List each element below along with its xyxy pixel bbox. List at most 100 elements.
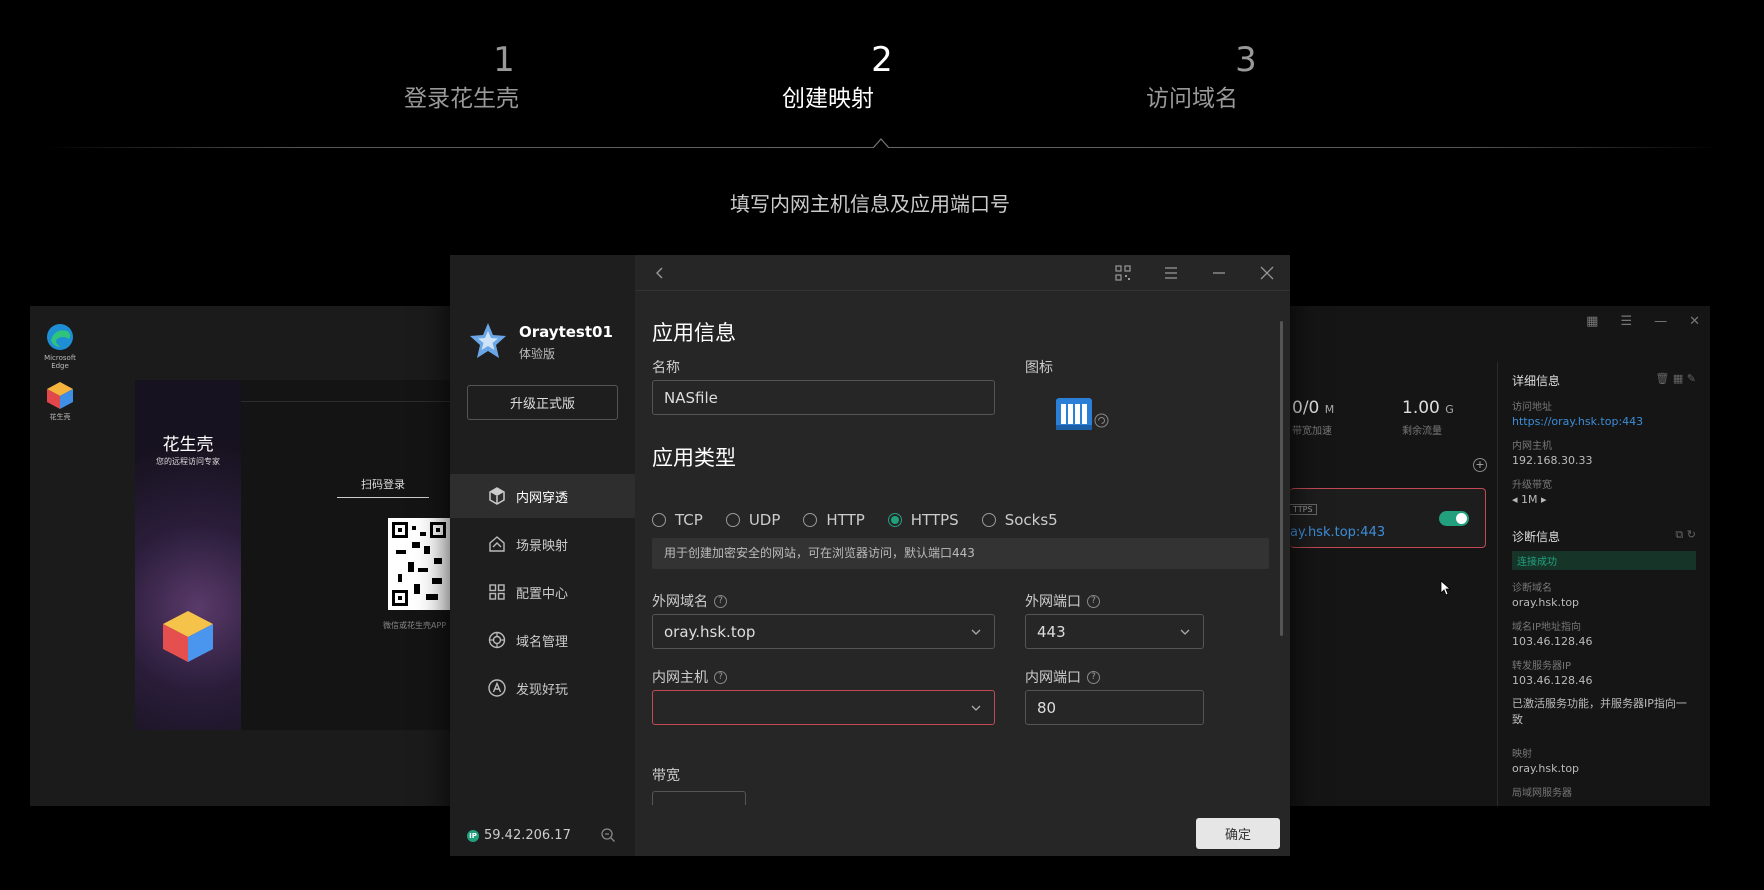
- step-subtitle: 填写内网主机信息及应用端口号: [730, 192, 1010, 216]
- diagnosis-title: 诊断信息: [1512, 530, 1561, 544]
- radio-dot: [652, 513, 666, 527]
- mouse-cursor-icon: [1440, 580, 1452, 596]
- public-ip: IP 59.42.206.17: [467, 828, 571, 843]
- confirm-button[interactable]: 确定: [1196, 818, 1280, 849]
- oray-cube-icon: [163, 611, 213, 662]
- stat-value: 1.00: [1402, 398, 1440, 418]
- diag-note: 已激活服务功能，并服务器IP指向一致: [1512, 697, 1687, 726]
- help-icon[interactable]: ?: [1087, 670, 1100, 684]
- step-3: 3 访问域名: [1146, 36, 1346, 112]
- help-icon[interactable]: ?: [714, 670, 727, 684]
- qr-hint: 微信或花生壳APP: [383, 621, 447, 630]
- sidebar-item-config[interactable]: 配置中心: [450, 570, 635, 614]
- detail-access-link[interactable]: https://oray.hsk.top:443: [1512, 415, 1696, 428]
- ext-domain-label: 外网域名?: [652, 591, 727, 611]
- ext-domain-select[interactable]: oray.hsk.top: [652, 614, 995, 649]
- lan-port-label-text: 内网端口: [1025, 670, 1081, 686]
- minimize-icon[interactable]: —: [1654, 314, 1667, 329]
- stat-label: 带宽加速: [1292, 426, 1332, 437]
- discover-icon: [488, 679, 506, 697]
- oray-cube-icon: [47, 382, 73, 409]
- nas-app-icon[interactable]: [1056, 398, 1092, 430]
- close-icon[interactable]: [1258, 264, 1276, 282]
- step-number: 2: [871, 40, 893, 80]
- stat-value: 0/0: [1292, 398, 1320, 418]
- mapping-card[interactable]: TTPS ay.hsk.top:443: [1290, 488, 1486, 548]
- upgrade-button[interactable]: 升级正式版: [467, 385, 618, 420]
- diag-domain-value: oray.hsk.top: [1512, 596, 1580, 609]
- qr-grid-icon[interactable]: ▦: [1586, 314, 1598, 329]
- login-titlebar: [241, 380, 450, 402]
- close-icon[interactable]: ✕: [1689, 314, 1700, 329]
- mapping-domain[interactable]: ay.hsk.top:443: [1290, 525, 1385, 540]
- ext-port-value: 443: [1037, 622, 1066, 641]
- edge-icon: [47, 324, 73, 350]
- sidebar-item-discover[interactable]: 发现好玩: [450, 666, 635, 710]
- mapping-toggle[interactable]: [1439, 511, 1469, 526]
- diagnosis-actions-icon[interactable]: ⧉ ↻: [1675, 528, 1696, 545]
- desktop-icon-oray[interactable]: 花生壳: [42, 380, 78, 422]
- ext-port-label-text: 外网端口: [1025, 594, 1081, 610]
- radio-dot: [803, 513, 818, 527]
- name-label: 名称: [652, 360, 680, 376]
- stat-bandwidth: 0/0 M 带宽加速: [1292, 398, 1334, 437]
- scene-icon: [489, 536, 505, 552]
- chevron-down-icon: [971, 629, 981, 635]
- radio-http[interactable]: HTTP: [803, 511, 865, 529]
- detail-panel: 详细信息 🗑 ▦ ✎ 访问地址 https://oray.hsk.top:443 …: [1497, 362, 1710, 806]
- name-field[interactable]: [652, 380, 995, 415]
- help-icon[interactable]: ?: [714, 594, 727, 608]
- ip-address: 59.42.206.17: [484, 828, 571, 843]
- radio-label: TCP: [675, 511, 703, 529]
- radio-label: HTTP: [826, 511, 865, 529]
- lan-port-field[interactable]: [1025, 690, 1204, 725]
- radio-udp[interactable]: UDP: [725, 511, 781, 529]
- radio-dot: [725, 513, 740, 527]
- stat-unit: G: [1445, 403, 1454, 416]
- sidebar-item-scene[interactable]: 场景映射: [450, 522, 635, 566]
- radio-socks5[interactable]: Socks5: [981, 511, 1058, 529]
- ext-domain-value: oray.hsk.top: [664, 622, 756, 641]
- menu-icon[interactable]: [1162, 264, 1180, 282]
- step-number: 3: [1235, 40, 1257, 80]
- bandwidth-field[interactable]: [652, 791, 746, 805]
- step-label: 访问域名: [1146, 86, 1238, 112]
- sidebar-item-domain[interactable]: 域名管理: [450, 618, 635, 662]
- step-label: 登录花生壳: [404, 86, 519, 112]
- tab-scan-login[interactable]: 扫码登录: [337, 476, 429, 498]
- step-number: 1: [493, 40, 515, 80]
- radio-https[interactable]: HTTPS: [887, 511, 959, 529]
- lan-host-select[interactable]: [652, 690, 995, 725]
- diag-map-value: oray.hsk.top: [1512, 762, 1580, 775]
- diag-map-label: 映射: [1512, 749, 1532, 760]
- radio-tcp[interactable]: TCP: [652, 511, 703, 529]
- ext-port-select[interactable]: 443: [1025, 614, 1204, 649]
- desktop-icon-label: Microsoft Edge: [44, 354, 76, 370]
- chevron-down-icon: [1180, 629, 1190, 635]
- step-label: 创建映射: [782, 86, 874, 112]
- qr-grid-icon[interactable]: [1114, 264, 1132, 282]
- sidebar-item-intranet[interactable]: 内网穿透: [450, 474, 635, 518]
- scrollbar[interactable]: [1280, 321, 1283, 636]
- detail-actions-icon[interactable]: 🗑 ▦ ✎: [1655, 372, 1696, 389]
- radio-label: UDP: [748, 511, 781, 529]
- login-tagline: 您的远程访问专家: [156, 457, 220, 466]
- login-panel: 扫码登录 微信或花生壳APP: [241, 380, 450, 730]
- refresh-icon[interactable]: [1094, 413, 1109, 428]
- sidebar-item-label: 发现好玩: [516, 682, 569, 698]
- minimize-icon[interactable]: [1210, 264, 1228, 282]
- ext-port-label: 外网端口?: [1025, 591, 1100, 611]
- help-icon[interactable]: ?: [1087, 594, 1100, 608]
- section-title-app-type: 应用类型: [652, 446, 736, 470]
- diag-ip-value: 103.46.128.46: [1512, 635, 1593, 648]
- zoom-search-icon[interactable]: [600, 827, 616, 843]
- qr-code-icon: [392, 522, 446, 606]
- sidebar-item-label: 域名管理: [516, 634, 569, 650]
- window-controls: ▦ ☰ — ✕: [1586, 314, 1700, 329]
- back-icon[interactable]: [653, 265, 667, 281]
- desktop-icon-edge[interactable]: Microsoft Edge: [42, 322, 78, 370]
- menu-icon[interactable]: ☰: [1620, 314, 1632, 329]
- add-mapping-icon[interactable]: +: [1473, 458, 1487, 472]
- background-window: ▦ ☰ — ✕ 0/0 M 带宽加速 1.00 G 剩余流量 + TTPS ay…: [1290, 306, 1710, 806]
- step-2: 2 创建映射: [782, 36, 982, 112]
